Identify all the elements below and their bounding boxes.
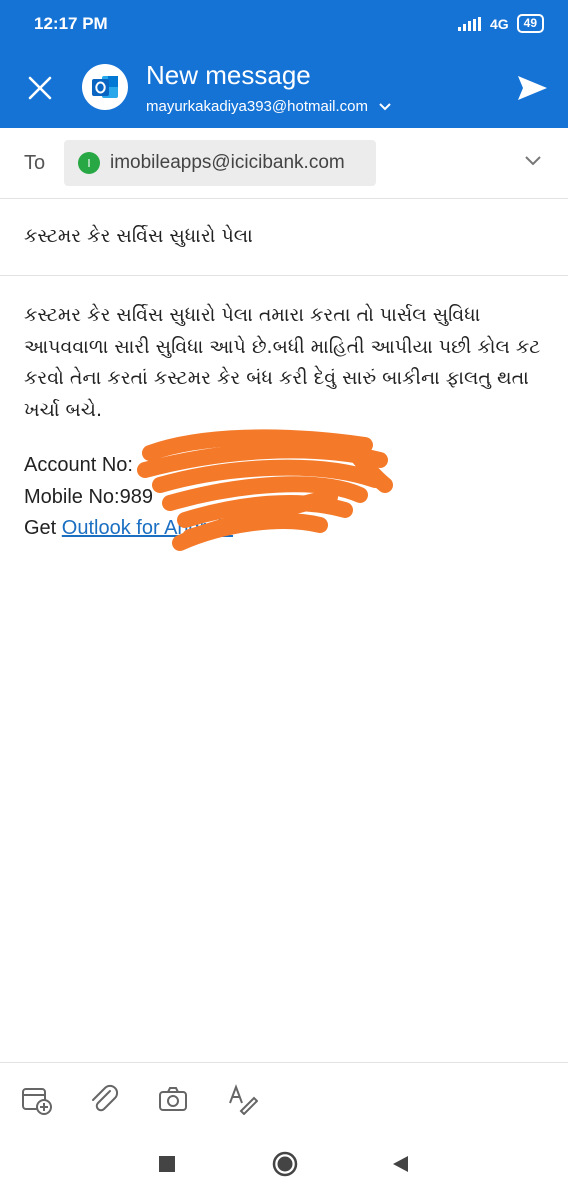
battery-level: 49 (523, 16, 537, 30)
status-time: 12:17 PM (34, 14, 108, 33)
page-title: New message (146, 60, 311, 90)
close-icon[interactable] (24, 72, 56, 104)
send-icon[interactable] (516, 72, 548, 104)
back-icon[interactable] (390, 1154, 410, 1174)
recipient-chip[interactable]: I imobileapps@icicibank.com (64, 140, 376, 186)
chevron-down-icon[interactable] (524, 154, 542, 168)
to-label: To (24, 152, 46, 174)
to-field[interactable]: To I imobileapps@icicibank.com (0, 128, 568, 199)
status-indicators: 4G 49 (457, 14, 544, 33)
signature-prefix: Get (24, 517, 62, 539)
calendar-add-icon[interactable] (20, 1083, 52, 1115)
subject-text: કસ્ટમર કેર સર્વિસ સુધારો પેલા (24, 225, 253, 247)
outlook-logo (82, 64, 128, 110)
redaction-scribble (137, 429, 393, 551)
account-email: mayurkakadiya393@hotmail.com (146, 98, 368, 115)
status-bar: 12:17 PM 4G 49 (0, 0, 568, 48)
signal-icon (457, 16, 482, 31)
chevron-down-icon (379, 102, 391, 110)
recipient-email: imobileapps@icicibank.com (110, 152, 345, 173)
compose-header: New message mayurkakadiya393@hotmail.com (0, 48, 568, 128)
home-icon[interactable] (271, 1150, 299, 1178)
attach-icon[interactable] (88, 1083, 120, 1115)
system-nav-bar (0, 1132, 568, 1200)
subject-field[interactable]: કસ્ટમર કેર સર્વિસ સુધારો પેલા (0, 199, 568, 276)
compose-toolbar (0, 1062, 568, 1133)
network-type: 4G (489, 15, 509, 32)
camera-icon[interactable] (157, 1083, 189, 1115)
body-paragraph: કસ્ટમર કેર સર્વિસ સુધારો પેલા તમારા કરતા… (24, 304, 541, 421)
format-text-icon[interactable] (226, 1083, 258, 1115)
avatar: I (78, 152, 100, 174)
battery-icon: 49 (516, 14, 544, 33)
recent-apps-icon[interactable] (157, 1154, 177, 1174)
account-selector[interactable]: mayurkakadiya393@hotmail.com (146, 98, 392, 115)
